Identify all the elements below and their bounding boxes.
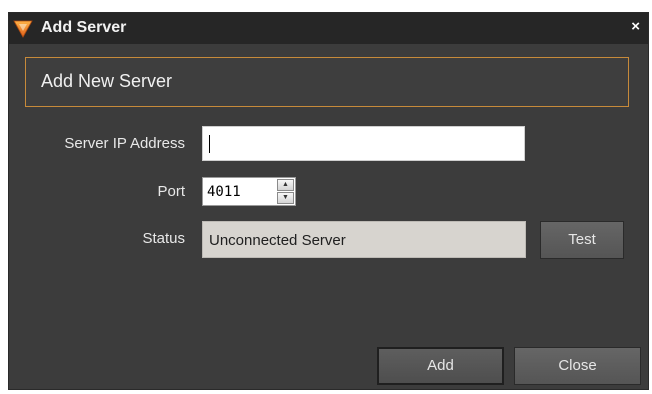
port-label: Port (157, 183, 185, 200)
test-button[interactable]: Test (540, 221, 624, 259)
app-logo-icon (13, 20, 33, 38)
server-ip-input[interactable] (202, 126, 525, 161)
section-header: Add New Server (25, 57, 629, 107)
text-cursor (209, 135, 210, 153)
close-icon[interactable]: × (631, 18, 640, 35)
add-server-dialog: Add Server × Add New Server Server IP Ad… (8, 12, 649, 390)
status-value: Unconnected Server (209, 232, 346, 249)
spin-down-icon[interactable]: ▼ (277, 192, 294, 204)
status-field: Unconnected Server (202, 221, 526, 258)
port-stepper[interactable]: 4011 ▲ ▼ (202, 177, 296, 206)
port-value[interactable]: 4011 (207, 184, 241, 200)
close-button[interactable]: Close (514, 347, 641, 385)
section-header-text: Add New Server (41, 71, 173, 91)
ip-address-label: Server IP Address (64, 135, 185, 152)
spin-up-icon[interactable]: ▲ (277, 179, 294, 191)
status-label: Status (142, 230, 185, 247)
add-button[interactable]: Add (377, 347, 504, 385)
title-bar[interactable]: Add Server × (9, 13, 648, 44)
window-title: Add Server (41, 19, 127, 36)
